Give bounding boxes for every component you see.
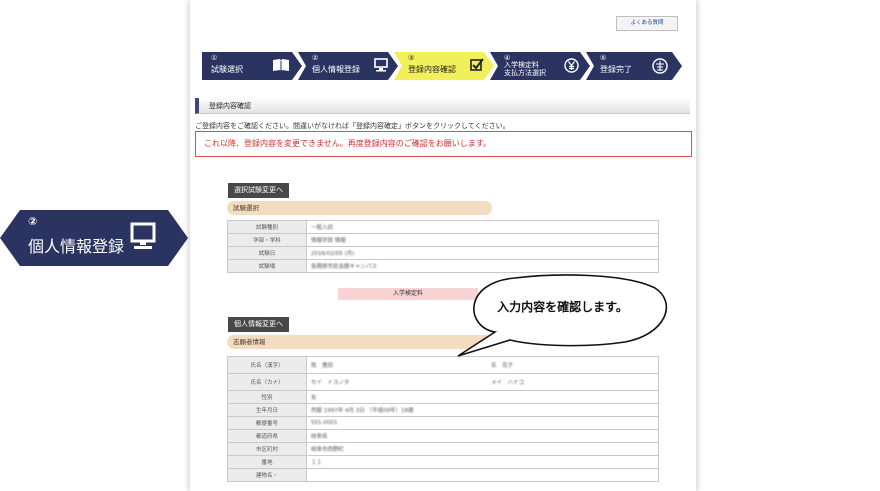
change-personal-info-button[interactable]: 個人情報変更へ (228, 317, 289, 332)
step-4-label-line1: 入学検定料 (504, 61, 539, 69)
row-key: 性別 (227, 390, 307, 404)
step-4-label-line2: 支払方法選択 (504, 69, 546, 77)
mei-value: ハナコ (507, 380, 525, 386)
sei-label: セイ (311, 380, 323, 386)
row-key: 試験日 (227, 246, 307, 260)
callout-step-num: ② (28, 215, 38, 228)
applicant-table: 氏名（漢字） 姓 豊田 名 花子 氏名（カナ） セイ トヨノタ メイ ハナコ 性別女… (227, 356, 659, 482)
table-row: 性別女 (227, 390, 659, 404)
warning-box: これ以降、登録内容を変更できません。再度登録内容のご確認をお願いします。 (195, 131, 692, 157)
step-4-label: 入学検定料 支払方法選択 (504, 61, 546, 77)
step-2-num: ② (312, 54, 319, 62)
row-value: 一般入試 (306, 220, 659, 234)
table-row: 市区町村 岐阜市西野町 (227, 442, 659, 456)
step-3-num: ③ (408, 54, 415, 62)
step-2: ② 個人情報登録 (298, 52, 398, 80)
table-row: 建物名・ (227, 468, 659, 482)
table-row: 生年月日 西暦 1997年 4月 3日 （平成09年）18歳 (227, 403, 659, 417)
row-key: 都道府県 (227, 429, 307, 443)
row-key: 生年月日 (227, 403, 307, 417)
exam-table: 試験種別 一般入試 学部・学科 情報学部 情報 試験日 2016/02/05 (月) … (227, 220, 659, 273)
section-header: 登録内容確認 (195, 98, 690, 114)
speech-bubble: 入力内容を確認します。 (455, 272, 670, 360)
bubble-text: 入力内容を確認します。 (497, 300, 628, 314)
row-value: セイ トヨノタ メイ ハナコ (306, 373, 659, 391)
sei-label: 姓 (311, 363, 317, 369)
step-4: ④ 入学検定料 支払方法選択 (490, 52, 590, 80)
sei-value: トヨノタ (327, 380, 350, 386)
row-value: １１ (306, 455, 659, 469)
row-key: 建物名・ (227, 468, 307, 482)
sei-value: 豊田 (322, 363, 334, 369)
faq-button[interactable]: よくある質問 (616, 16, 678, 31)
table-row: 郵便番号 501-0001 (227, 416, 659, 430)
row-value: 西暦 1997年 4月 3日 （平成09年）18歳 (306, 403, 659, 417)
step-5: ⑤ 登録完了 (586, 52, 682, 80)
step-2-label: 個人情報登録 (312, 65, 360, 74)
table-row: 都道府県 岐阜県 (227, 429, 659, 443)
table-row: 学部・学科 情報学部 情報 (227, 233, 659, 247)
row-key: 試験場 (227, 259, 307, 273)
row-value: 岐阜市西野町 (306, 442, 659, 456)
step-3-label: 登録内容確認 (408, 65, 456, 74)
row-value: 女 (306, 390, 659, 404)
row-key: 氏名（カナ） (227, 373, 307, 391)
table-row: 番地 １１ (227, 455, 659, 469)
row-key: 郵便番号 (227, 416, 307, 430)
row-value: 2016/02/05 (月) (306, 246, 659, 260)
registration-page: よくある質問 ① 試験選択 ② 個人情報登録 ③ 登録内容確認 ④ 入学検定料 … (190, 0, 696, 491)
progress-steps: ① 試験選択 ② 個人情報登録 ③ 登録内容確認 ④ 入学検定料支払方法選択 (202, 52, 682, 80)
change-exam-button[interactable]: 選択試験変更へ (228, 183, 289, 198)
row-key: 氏名（漢字） (227, 356, 307, 374)
row-value (306, 468, 659, 482)
step-5-num: ⑤ (600, 54, 607, 62)
instruction-text: ご登録内容をご確認ください。間違いがなければ「登録内容確定」ボタンをクリックして… (195, 122, 510, 130)
row-value: 501-0001 (306, 416, 659, 430)
row-value: 岐阜県 (306, 429, 659, 443)
row-key: 試験種別 (227, 220, 307, 234)
step-1-label: 試験選択 (211, 65, 243, 74)
row-value: 各務原市民会館キャンパス (306, 259, 659, 273)
table-row: 氏名（カナ） セイ トヨノタ メイ ハナコ (227, 373, 659, 391)
mei-value: 花子 (502, 363, 514, 369)
step-3: ③ 登録内容確認 (394, 52, 494, 80)
row-value: 情報学部 情報 (306, 233, 659, 247)
row-key: 番地 (227, 455, 307, 469)
table-row: 試験日 2016/02/05 (月) (227, 246, 659, 260)
table-row: 試験場 各務原市民会館キャンパス (227, 259, 659, 273)
step-1: ① 試験選択 (202, 52, 302, 80)
mei-label: メイ (491, 380, 503, 386)
applicant-category-bar: 志願者情報 (227, 335, 492, 349)
row-key: 市区町村 (227, 442, 307, 456)
step-1-num: ① (211, 54, 218, 62)
mei-label: 名 (491, 363, 497, 369)
row-key: 学部・学科 (227, 233, 307, 247)
step-5-label: 登録完了 (600, 65, 632, 74)
callout-step-label: 個人情報登録 (28, 237, 125, 256)
table-row: 試験種別 一般入試 (227, 220, 659, 234)
exam-category-bar: 試験選択 (227, 201, 492, 215)
step-callout-badge: ② 個人情報登録 (0, 210, 188, 266)
